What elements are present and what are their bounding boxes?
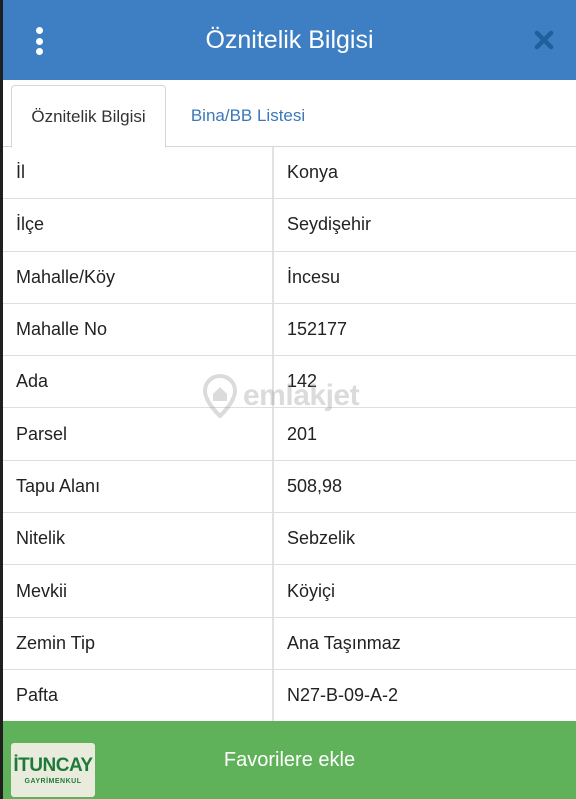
dialog-title: Öznitelik Bilgisi <box>205 26 374 54</box>
attribute-value: Köyiçi <box>287 580 336 601</box>
close-button[interactable] <box>531 27 557 53</box>
attribute-value: Konya <box>287 162 339 183</box>
table-row: Mevkii Köyiçi <box>3 565 576 618</box>
logo-main-text: İTUNCAY <box>13 754 93 776</box>
attribute-label: İl <box>3 147 274 199</box>
tab-building-list[interactable]: Bina/BB Listesi <box>168 85 328 147</box>
attribute-label: Zemin Tip <box>3 617 274 669</box>
table-row: Mahalle/Köy İncesu <box>3 251 576 304</box>
add-favorites-button[interactable]: Favorilere ekle İTUNCAY GAYRİMENKUL <box>3 721 576 799</box>
table-row: İlçe Seydişehir <box>3 199 576 252</box>
attribute-label: Tapu Alanı <box>3 460 274 513</box>
dialog-header: Öznitelik Bilgisi <box>3 0 576 80</box>
add-favorites-label: Favorilere ekle <box>223 748 356 771</box>
table-row: İl Konya <box>3 147 576 200</box>
attribute-label: Nitelik <box>3 513 274 565</box>
attribute-value: Sebzelik <box>287 528 356 549</box>
attribute-value: N27-B-09-A-2 <box>287 685 399 706</box>
attribute-value: Ana Taşınmaz <box>287 632 401 653</box>
attribute-label: Mahalle No <box>3 303 274 356</box>
logo-sub-text: GAYRİMENKUL <box>24 777 82 785</box>
attribute-value: 142 <box>287 371 318 392</box>
close-icon <box>534 30 554 50</box>
attribute-table: İl Konya İlçe Seydişehir Mahalle/Köy İnc… <box>3 147 576 723</box>
attribute-label: Ada <box>3 356 274 408</box>
attribute-value: İncesu <box>287 266 341 287</box>
table-row: Parsel 201 <box>3 408 576 461</box>
table-row: Ada 142 <box>3 356 576 409</box>
table-row: Nitelik Sebzelik <box>3 513 576 566</box>
attribute-label: Pafta <box>3 669 274 722</box>
attribute-label: Parsel <box>3 408 274 460</box>
table-row: Zemin Tip Ana Taşınmaz <box>3 617 576 670</box>
attribute-value: 152177 <box>287 319 348 340</box>
ituncay-logo: İTUNCAY GAYRİMENKUL <box>11 743 95 797</box>
tab-attribute-info[interactable]: Öznitelik Bilgisi <box>11 85 166 148</box>
table-row: Pafta N27-B-09-A-2 <box>3 669 576 723</box>
attribute-label: İlçe <box>3 199 274 251</box>
attribute-value: 508,98 <box>287 475 343 496</box>
table-row: Mahalle No 152177 <box>3 303 576 357</box>
attribute-value: Seydişehir <box>287 214 372 235</box>
tab-bar: Öznitelik Bilgisi Bina/BB Listesi <box>3 80 576 148</box>
attribute-info-dialog: Öznitelik Bilgisi Öznitelik Bilgisi Bina… <box>3 0 576 799</box>
attribute-value: 201 <box>287 423 318 444</box>
table-row: Tapu Alanı 508,98 <box>3 460 576 514</box>
attribute-label: Mevkii <box>3 565 274 617</box>
attribute-label: Mahalle/Köy <box>3 251 274 303</box>
